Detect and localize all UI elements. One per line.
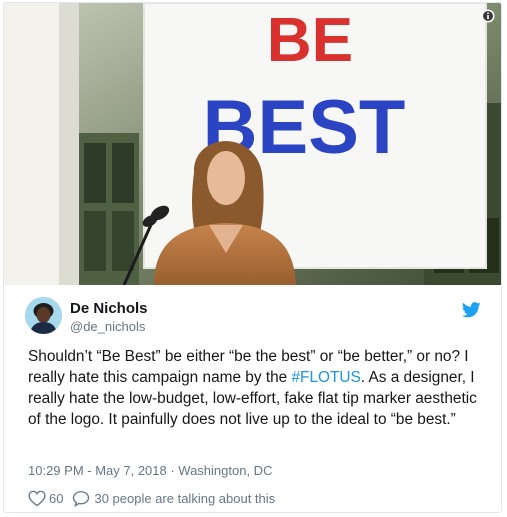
- author-handle[interactable]: @de_nichols: [70, 319, 145, 334]
- tweet-card: BE BEST De Nichols @de_nichols Shouldn’t…: [3, 2, 502, 513]
- avatar[interactable]: [25, 297, 62, 334]
- like-count[interactable]: 60: [49, 491, 63, 506]
- sign-text-be: BE: [267, 6, 353, 75]
- reply-bubble-icon[interactable]: [72, 490, 90, 507]
- heart-icon[interactable]: [28, 490, 46, 507]
- hashtag-link[interactable]: #FLOTUS: [292, 369, 361, 386]
- author-name[interactable]: De Nichols: [70, 300, 148, 317]
- photo-illustration: BE BEST: [4, 3, 501, 285]
- tweet-actions: 60 30 people are talking about this: [28, 489, 275, 507]
- tweet-text: Shouldn’t “Be Best” be either “be the be…: [28, 346, 490, 430]
- info-icon[interactable]: [481, 9, 495, 23]
- tweet-header: De Nichols @de_nichols: [4, 285, 501, 345]
- talking-count[interactable]: 30 people are talking about this: [94, 491, 275, 506]
- tweet-photo[interactable]: BE BEST: [4, 3, 501, 285]
- avatar-image: [25, 297, 62, 334]
- tweet-timestamp[interactable]: 10:29 PM - May 7, 2018 · Washington, DC: [28, 463, 272, 478]
- twitter-bird-icon[interactable]: [462, 302, 481, 318]
